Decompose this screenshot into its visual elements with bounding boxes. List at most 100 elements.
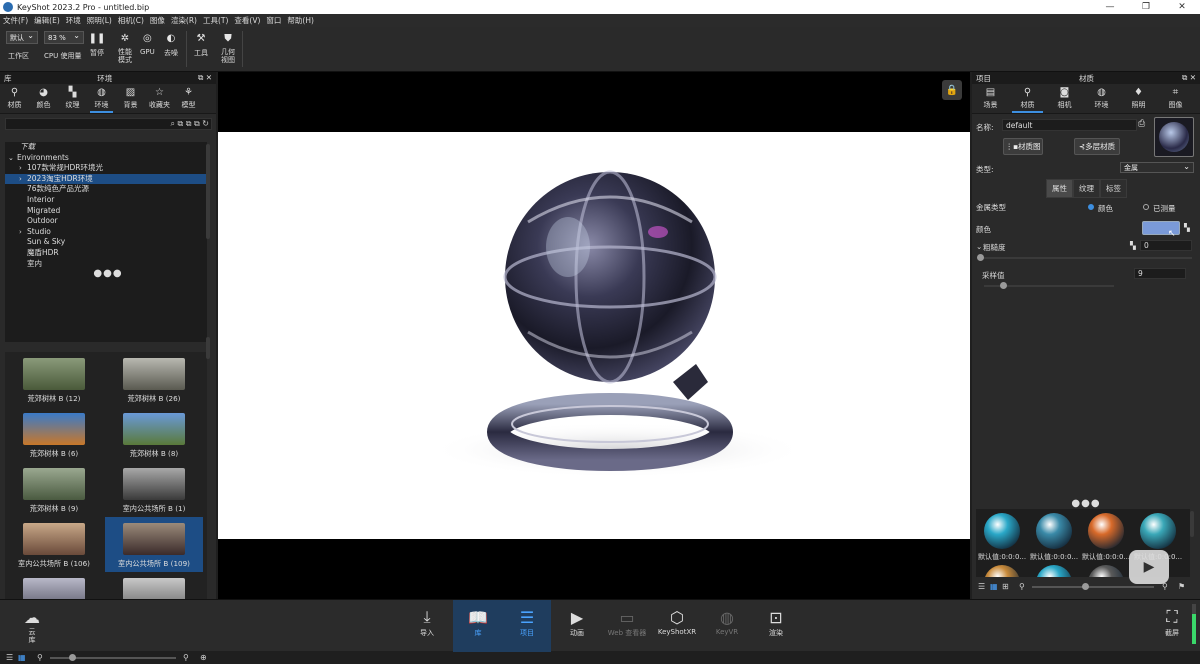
tab-crop[interactable]: ⌗ 图像 — [1157, 84, 1194, 113]
environment-thumbnail[interactable]: 荒郊树林 B (9) — [5, 462, 103, 517]
menu-item[interactable]: 图像 — [147, 15, 168, 26]
panel-controls[interactable]: ⧉ ✕ — [198, 73, 212, 83]
save-material-icon[interactable]: ⎙ — [1138, 119, 1145, 129]
import-button[interactable]: ⤓ 导入 — [407, 606, 447, 638]
tab-camera[interactable]: ◙ 相机 — [1046, 84, 1083, 113]
tab-material[interactable]: ⚲ 材质 — [1009, 84, 1046, 113]
thumb-size-knob[interactable] — [69, 654, 76, 661]
zoom-out-icon[interactable]: ⚲ — [1019, 582, 1025, 591]
pin-icon[interactable]: ⚑ — [1178, 582, 1185, 591]
maximize-button[interactable]: ❐ — [1128, 0, 1164, 14]
multi-layer-material-button[interactable]: ⊰ 多层材质 — [1074, 138, 1120, 155]
tab-model[interactable]: ⚘ 模型 — [174, 84, 203, 113]
render-viewport[interactable]: 🔒 — [218, 72, 970, 599]
tab-texture[interactable]: ▚ 纹理 — [58, 84, 87, 113]
workspace-select[interactable]: 默认 — [6, 31, 38, 44]
panel-controls[interactable]: ⧉ ✕ — [1182, 73, 1196, 83]
denoise-button[interactable]: ◐ 去噪 — [164, 31, 178, 58]
material-name-input[interactable]: default — [1002, 119, 1137, 131]
tab-scene[interactable]: ▤ 场景 — [972, 84, 1009, 113]
tree-item[interactable]: 下载 — [5, 142, 207, 153]
material-type-select[interactable]: 金属 — [1120, 162, 1194, 173]
tab-globe[interactable]: ◍ 环境 — [1083, 84, 1120, 113]
zoom-in-icon[interactable]: ⚲ — [183, 653, 189, 662]
gpu-button[interactable]: ◎ GPU — [140, 31, 155, 57]
list-button[interactable]: ☰ 项目 — [507, 606, 547, 638]
close-button[interactable]: ✕ — [1164, 0, 1200, 14]
material-graph-button[interactable]: ⋮▪ 材质图 — [1003, 138, 1043, 155]
material-size-slider[interactable] — [1032, 586, 1154, 588]
book-button[interactable]: 📖 库 — [458, 606, 498, 638]
chevron-right-icon[interactable]: › — [19, 163, 22, 174]
performance-mode-button[interactable]: ✲ 性能 模式 — [116, 31, 134, 65]
menu-item[interactable]: 帮助(H) — [284, 15, 317, 26]
environment-thumbnail[interactable]: 荒郊树林 B (6) — [5, 407, 103, 462]
render-canvas[interactable] — [218, 132, 970, 539]
samples-knob[interactable] — [1000, 282, 1007, 289]
materials-scrollbar[interactable] — [1190, 511, 1194, 537]
add-icon[interactable]: ⊕ — [200, 653, 207, 662]
monitor-button[interactable]: ▭ Web 查看器 — [602, 606, 652, 638]
menu-item[interactable]: 照明(L) — [84, 15, 115, 26]
tab-palette[interactable]: ◕ 颜色 — [29, 84, 58, 113]
subtab[interactable]: 纹理 — [1073, 179, 1100, 198]
environment-thumbnail[interactable]: 荒郊树林 B (8) — [105, 407, 203, 462]
render-button[interactable]: ⊡ 渲染 — [756, 606, 796, 638]
tab-globe[interactable]: ◍ 环境 — [87, 84, 116, 113]
vr-button[interactable]: ◍ KeyVR — [707, 606, 747, 637]
tree-item[interactable]: Interior — [5, 195, 207, 206]
list-view-icon[interactable]: ☰ — [978, 582, 985, 591]
environment-thumbnail[interactable]: 室内公共场所 B (109) — [105, 517, 203, 572]
radio-color[interactable] — [1088, 204, 1094, 210]
menu-item[interactable]: 查看(V) — [231, 15, 263, 26]
chevron-right-icon[interactable]: › — [19, 227, 22, 238]
list-view-icon[interactable]: ☰ — [6, 653, 13, 662]
material-ball[interactable] — [1088, 565, 1124, 577]
tools-button[interactable]: ⚒ 工具 — [194, 31, 208, 58]
material-size-knob[interactable] — [1082, 583, 1089, 590]
roughness-slider[interactable] — [980, 257, 1192, 259]
roughness-input[interactable]: 0 — [1140, 240, 1192, 251]
material-ball[interactable] — [984, 565, 1020, 577]
grid-view-icon[interactable]: ▦ — [18, 653, 26, 662]
menu-item[interactable]: 编辑(E) — [31, 15, 63, 26]
subtab[interactable]: 标签 — [1100, 179, 1127, 198]
environment-thumbnail[interactable]: 荒郊树林 B (12) — [5, 352, 103, 407]
splitter-handle[interactable]: ●●● — [0, 268, 216, 279]
menu-item[interactable]: 文件(F) — [0, 15, 31, 26]
cloud-library-button[interactable]: ☁ 云 库 — [12, 606, 52, 645]
tab-bulb[interactable]: ♦ 照明 — [1120, 84, 1157, 113]
search-toolbar-icons[interactable]: ⌕ ⧉ ⧉ ⧉ ↻ — [171, 119, 210, 129]
cpu-usage-select[interactable]: 83 % — [44, 31, 84, 44]
roughness-collapse-icon[interactable]: ⌄ — [976, 242, 982, 251]
tree-item[interactable]: 76款纯色产品光源 — [5, 184, 207, 195]
roughness-texture-icon[interactable]: ▚ — [1130, 241, 1136, 250]
tree-item[interactable]: Migrated — [5, 206, 207, 217]
material-preview-swatch[interactable] — [1154, 117, 1194, 157]
play-button[interactable]: ▶ 动画 — [557, 606, 597, 638]
zoom-in-icon[interactable]: ⚲ — [1162, 582, 1168, 591]
material-ball[interactable] — [984, 513, 1020, 549]
environment-thumbnail[interactable]: 室内公共场所 B (106) — [5, 517, 103, 572]
roughness-knob[interactable] — [977, 254, 984, 261]
menu-item[interactable]: 工具(T) — [200, 15, 231, 26]
menu-item[interactable]: 渲染(R) — [168, 15, 200, 26]
tree-item[interactable]: Outdoor — [5, 216, 207, 227]
chevron-down-icon[interactable]: ⌄ — [8, 153, 14, 164]
tree-view-icon[interactable]: ⊞ — [1002, 582, 1009, 591]
zoom-out-icon[interactable]: ⚲ — [37, 653, 43, 662]
tree-item[interactable]: 魔盾HDR — [5, 248, 207, 259]
tree-item[interactable]: Sun & Sky — [5, 237, 207, 248]
tree-scrollbar[interactable] — [206, 144, 210, 239]
menu-item[interactable]: 相机(C) — [115, 15, 147, 26]
chevron-right-icon[interactable]: › — [19, 174, 22, 185]
radio-measured[interactable] — [1143, 204, 1149, 210]
tree-item[interactable]: › Studio — [5, 227, 207, 238]
texture-map-icon[interactable]: ▚ — [1184, 223, 1190, 232]
pause-button[interactable]: ❚❚ 暂停 — [89, 31, 106, 58]
tab-image[interactable]: ▨ 背景 — [116, 84, 145, 113]
tab-star[interactable]: ☆ 收藏夹 — [145, 84, 174, 113]
geometry-view-button[interactable]: ⛊ 几何 视图 — [220, 31, 236, 65]
tree-item[interactable]: › 2023淘宝HDR环境 — [5, 173, 207, 185]
minimize-button[interactable]: — — [1092, 0, 1128, 14]
